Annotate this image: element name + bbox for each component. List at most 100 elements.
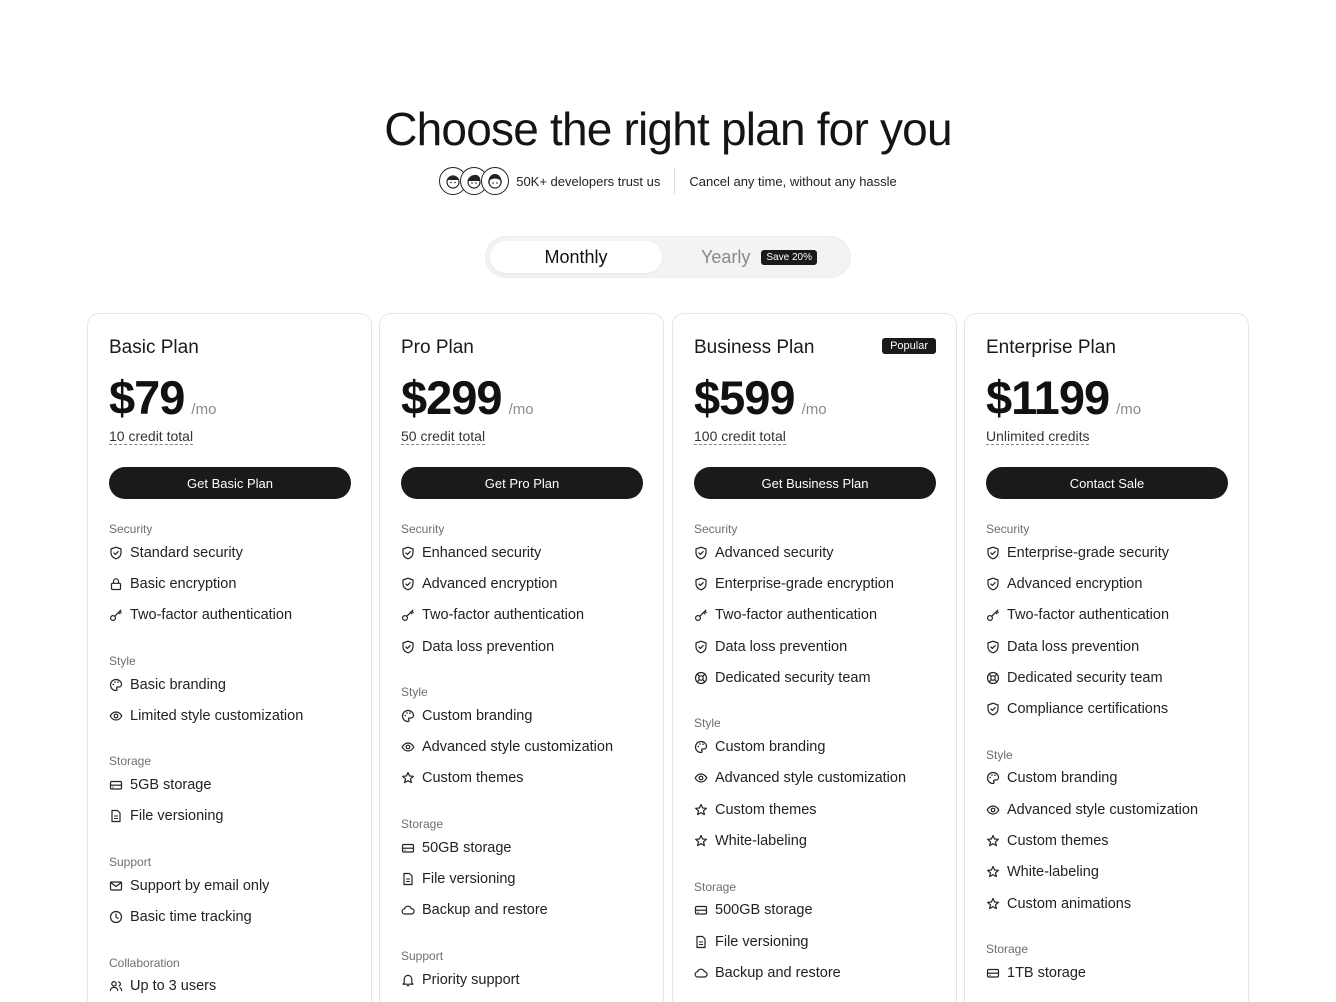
feature-section-storage: Storage 5GB storage File versioning <box>109 753 351 832</box>
feature-label: Data loss prevention <box>1007 638 1140 655</box>
feature-item: 50GB storage <box>401 832 643 863</box>
page-title: Choose the right plan for you <box>384 103 952 155</box>
feature-item: Two-factor authentication <box>109 600 351 631</box>
star-icon <box>694 834 708 848</box>
feature-item: Enterprise-grade security <box>986 537 1228 568</box>
feature-item: Two-factor authentication <box>986 600 1228 631</box>
trust-text: 50K+ developers trust us <box>516 173 661 189</box>
cloud-icon <box>401 903 415 917</box>
price-row: $299/mo <box>401 370 643 424</box>
feature-section-style: Style Basic branding Limited style customi… <box>109 653 351 732</box>
star-icon <box>986 865 1000 879</box>
plan-name: Basic Plan <box>109 337 199 358</box>
section-title: Storage <box>401 817 444 832</box>
feature-item: White-labeling <box>986 857 1228 888</box>
star-icon <box>986 834 1000 848</box>
feature-item: Data loss prevention <box>694 631 936 662</box>
feature-item: Advanced encryption <box>986 568 1228 599</box>
yearly-label: Yearly <box>701 246 751 267</box>
section-title: Style <box>986 747 1013 762</box>
plan-card-content: Basic Plan $79/mo 10 credit total Get Basic… <box>109 336 351 1002</box>
feature-item: Advanced security <box>694 537 936 568</box>
feature-label: Priority support <box>422 971 520 988</box>
feature-item: Custom themes <box>694 794 936 825</box>
feature-item: Backup and restore <box>694 957 936 988</box>
feature-item: Custom branding <box>694 731 936 762</box>
price-period: /mo <box>1116 401 1142 418</box>
feature-section-storage: Storage 500GB storage File versioning Backu… <box>694 879 936 989</box>
section-title: Collaboration <box>109 955 180 970</box>
section-title: Security <box>694 522 738 536</box>
feature-label: 1TB storage <box>1007 964 1086 981</box>
credit-info[interactable]: 100 credit total <box>694 428 786 445</box>
feature-label: File versioning <box>422 871 516 888</box>
plan-price: $599 <box>694 371 796 424</box>
section-title: Style <box>109 653 136 668</box>
feature-item: Custom animations <box>986 888 1228 919</box>
price-row: $599/mo <box>694 370 936 424</box>
feature-item: Basic branding <box>109 669 351 700</box>
feature-section-support: Support Support by email only Basic time t… <box>109 854 351 933</box>
feature-label: Up to 3 users <box>130 978 217 995</box>
users-icon <box>109 979 123 993</box>
feature-item: Basic time tracking <box>109 901 351 932</box>
feature-section-storage: Storage 50GB storage File versioning Backup… <box>401 816 643 926</box>
feature-item: 500GB storage <box>694 895 936 926</box>
feature-item: Advanced encryption <box>401 568 643 599</box>
feature-item: Compliance certifications <box>986 693 1228 724</box>
enterprise-cta-button[interactable]: Contact Sale <box>986 467 1228 499</box>
key-icon <box>694 608 708 622</box>
business-cta-button[interactable]: Get Business Plan <box>694 467 936 499</box>
feature-item: 5GB storage <box>109 769 351 800</box>
divider <box>674 168 676 194</box>
feature-section-security: Security Standard security Basic encryptio… <box>109 521 351 631</box>
bell-icon <box>401 973 415 987</box>
drive-icon <box>694 903 708 917</box>
credit-info[interactable]: 50 credit total <box>401 428 486 445</box>
plan-card-content: Enterprise Plan $1199/mo Unlimited credits… <box>986 336 1228 989</box>
shield-icon <box>986 577 1000 591</box>
star-icon <box>694 803 708 817</box>
feature-section-security: Security Enhanced security Advanced encryp… <box>401 521 643 662</box>
feature-label: Enterprise-grade encryption <box>715 575 894 592</box>
billing-toggle: Monthly Yearly Save 20% <box>485 236 851 278</box>
feature-item: Enterprise-grade encryption <box>694 568 936 599</box>
feature-item: Advanced style customization <box>401 731 643 762</box>
feature-label: Two-factor authentication <box>1007 607 1170 624</box>
feature-label: 500GB storage <box>715 902 813 919</box>
feature-label: Data loss prevention <box>422 638 555 655</box>
star-icon <box>986 897 1000 911</box>
feature-label: Advanced style customization <box>1007 801 1199 818</box>
plan-card-content: Pro Plan $299/mo 50 credit total Get Pro Pl… <box>401 336 643 995</box>
monthly-toggle-option[interactable]: Monthly <box>490 241 662 273</box>
yearly-toggle-option[interactable]: Yearly Save 20% <box>670 241 848 273</box>
key-icon <box>401 608 415 622</box>
basic-cta-button[interactable]: Get Basic Plan <box>109 467 351 499</box>
feature-label: Custom themes <box>715 801 817 818</box>
price-row: $1199/mo <box>986 370 1228 424</box>
credit-info[interactable]: 10 credit total <box>109 428 194 445</box>
plan-name: Pro Plan <box>401 337 474 358</box>
feature-label: Custom themes <box>422 770 524 787</box>
popular-badge: Popular <box>882 338 936 354</box>
pro-cta-button[interactable]: Get Pro Plan <box>401 467 643 499</box>
feature-label: Two-factor authentication <box>715 607 878 624</box>
feature-item: 1TB storage <box>986 957 1228 988</box>
feature-label: Dedicated security team <box>715 669 871 686</box>
feature-section-style: Style Custom branding Advanced style custo… <box>694 715 936 856</box>
shield-icon <box>986 702 1000 716</box>
feature-label: Two-factor authentication <box>130 607 293 624</box>
lock-icon <box>109 577 123 591</box>
credit-info[interactable]: Unlimited credits <box>986 428 1090 445</box>
feature-item: Backup and restore <box>401 895 643 926</box>
shield-icon <box>401 640 415 654</box>
feature-label: Support by email only <box>130 877 270 894</box>
star-icon <box>401 771 415 785</box>
drive-icon <box>109 778 123 792</box>
feature-section-style: Style Custom branding Advanced style custo… <box>986 747 1228 919</box>
section-title: Storage <box>986 942 1029 957</box>
plan-card-basic: Basic Plan $79/mo 10 credit total Get Basic… <box>87 313 372 1002</box>
feature-label: Enterprise-grade security <box>1007 544 1169 561</box>
feature-section-collaboration: Collaboration Up to 3 users <box>109 955 351 1002</box>
palette-icon <box>986 771 1000 785</box>
